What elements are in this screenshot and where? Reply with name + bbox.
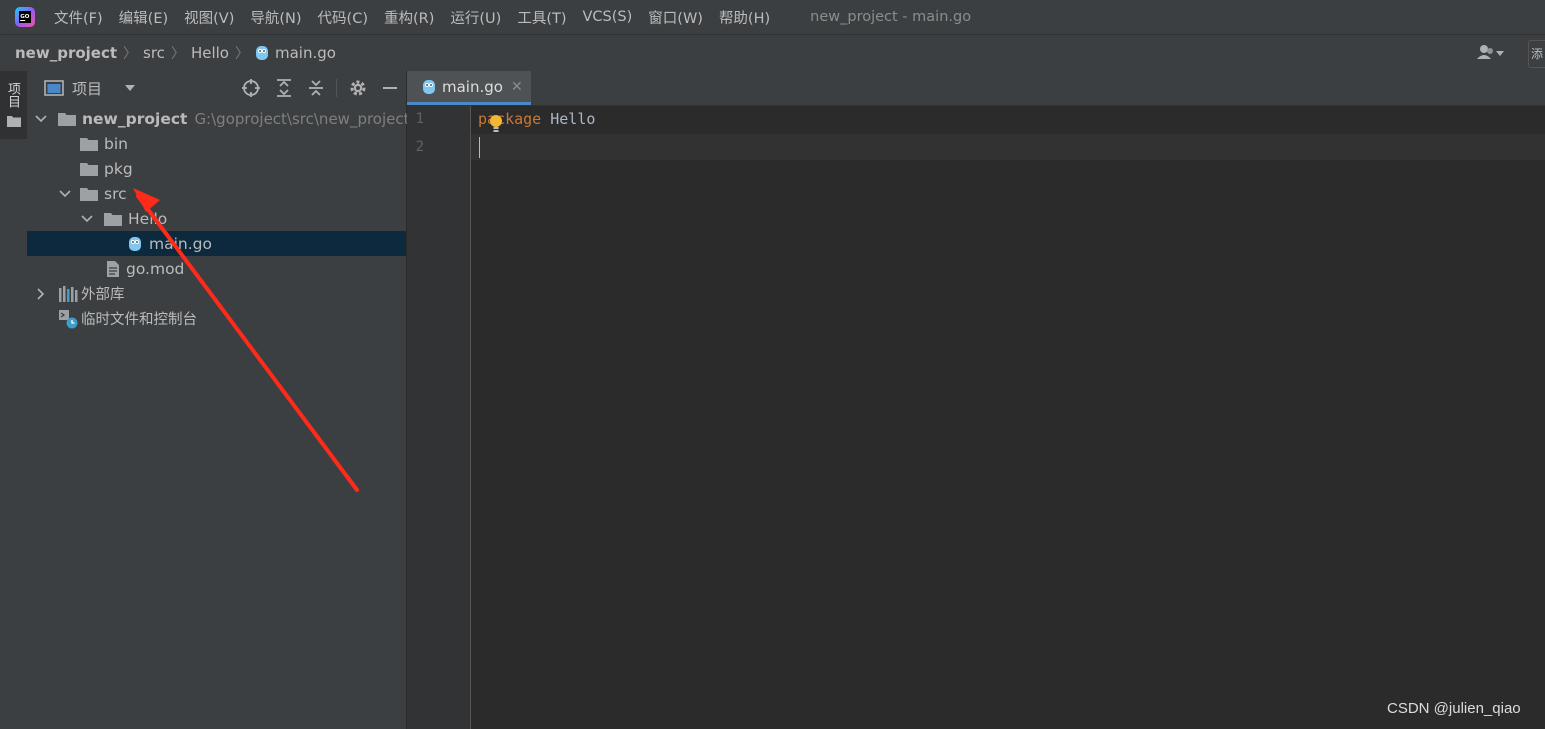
watermark: CSDN @julien_qiao [1387,700,1521,717]
project-root-label: new_project [82,109,188,128]
tree-label-main-go: main.go [149,234,212,253]
code-keyword: package [478,110,542,128]
breadcrumb: new_project 〉 src 〉 Hello 〉 main.go [0,34,1545,72]
close-icon[interactable]: ✕ [511,79,523,95]
go-file-icon [129,236,141,251]
tree-row-bin[interactable]: bin [80,131,128,156]
breadcrumb-separator-icon: 〉 [170,46,185,62]
breadcrumb-src[interactable]: src [143,44,165,62]
code-package-name: Hello [550,110,596,128]
library-icon [59,285,78,302]
tree-label-go-mod: go.mod [126,259,185,278]
project-root-path: G:\goproject\src\new_project [194,109,410,128]
tree-row-main-go[interactable]: main.go [128,231,212,256]
menu-refactor[interactable]: 重构(R) [384,7,434,28]
folder-icon [104,212,122,226]
editor-tab-bar [407,71,1545,106]
tree-label-hello: Hello [128,209,168,228]
hide-panel-icon[interactable] [380,78,400,98]
folder-icon [7,116,21,127]
breadcrumb-main-go[interactable]: main.go [275,44,336,62]
intention-bulb-icon[interactable] [489,114,503,134]
project-tool-label: 项目 [5,82,20,108]
expand-all-icon[interactable] [274,78,294,98]
menu-tools[interactable]: 工具(T) [517,7,566,28]
breadcrumb-hello[interactable]: Hello [191,44,229,62]
tree-row-pkg[interactable]: pkg [80,156,133,181]
tree-row-project-root[interactable]: new_project G:\goproject\src\new_project [34,106,410,131]
user-account-icon[interactable] [1474,42,1510,64]
tree-label-pkg: pkg [104,159,133,178]
folder-icon [80,137,98,151]
gear-icon[interactable] [348,78,368,98]
line-number: 1 [415,111,424,127]
tree-label-external-libraries: 外部库 [81,287,125,303]
tree-row-external-libraries[interactable]: 外部库 [34,281,125,306]
menu-run[interactable]: 运行(U) [450,7,501,28]
dropdown-chevron-icon[interactable] [124,84,136,92]
tree-row-hello[interactable]: Hello [80,206,167,231]
text-file-icon [107,260,119,277]
menu-file[interactable]: 文件(F) [54,7,103,28]
window-title: new_project - main.go [810,9,972,25]
breadcrumb-separator-icon: 〉 [234,46,249,62]
tree-label-src: src [104,184,127,203]
folder-icon [80,162,98,176]
menu-code[interactable]: 代码(C) [318,7,368,28]
menu-vcs[interactable]: VCS(S) [583,9,633,25]
tool-window-stripe [0,71,28,729]
chevron-down-icon[interactable] [80,212,94,226]
chevron-right-icon[interactable] [34,287,48,301]
tree-label-bin: bin [104,134,128,153]
folder-icon [58,112,76,126]
breadcrumb-project[interactable]: new_project [15,44,117,62]
scratches-console-icon [59,309,78,328]
go-file-icon [423,79,435,94]
tree-label-scratches: 临时文件和控制台 [81,312,197,328]
toolbar-overflow-button[interactable]: 添 [1528,40,1545,68]
current-line-highlight [471,134,1545,160]
breadcrumb-separator-icon: 〉 [123,46,138,62]
tree-row-go-mod[interactable]: go.mod [106,256,184,281]
tree-row-scratches[interactable]: 临时文件和控制台 [58,306,197,331]
text-caret [479,137,480,158]
tab-main-go[interactable]: main.go ✕ [407,71,531,105]
menu-help[interactable]: 帮助(H) [719,7,770,28]
selected-row-highlight [27,231,406,256]
go-file-icon [255,46,268,60]
project-panel-title[interactable]: 项目 [72,78,102,99]
line-number: 2 [415,139,424,155]
header-divider [336,79,337,97]
chevron-down-icon[interactable] [58,187,72,201]
chevron-down-icon[interactable] [34,112,48,126]
toolbar-overflow-label: 添 [1531,47,1544,61]
locate-file-icon[interactable] [241,78,261,98]
project-view-icon [44,80,64,96]
menu-window[interactable]: 窗口(W) [648,7,703,28]
collapse-all-icon[interactable] [306,78,326,98]
editor-gutter [407,106,471,729]
svg-text:GO: GO [20,14,30,20]
tree-row-src[interactable]: src [58,181,127,206]
tab-label: main.go [442,77,503,96]
menu-edit[interactable]: 编辑(E) [119,7,168,28]
menu-view[interactable]: 视图(V) [184,7,234,28]
goland-logo-icon: GO [15,7,35,27]
folder-icon [80,187,98,201]
menu-bar: GO 文件(F) 编辑(E) 视图(V) 导航(N) 代码(C) 重构(R) 运… [0,0,1545,34]
menu-navigate[interactable]: 导航(N) [250,7,301,28]
